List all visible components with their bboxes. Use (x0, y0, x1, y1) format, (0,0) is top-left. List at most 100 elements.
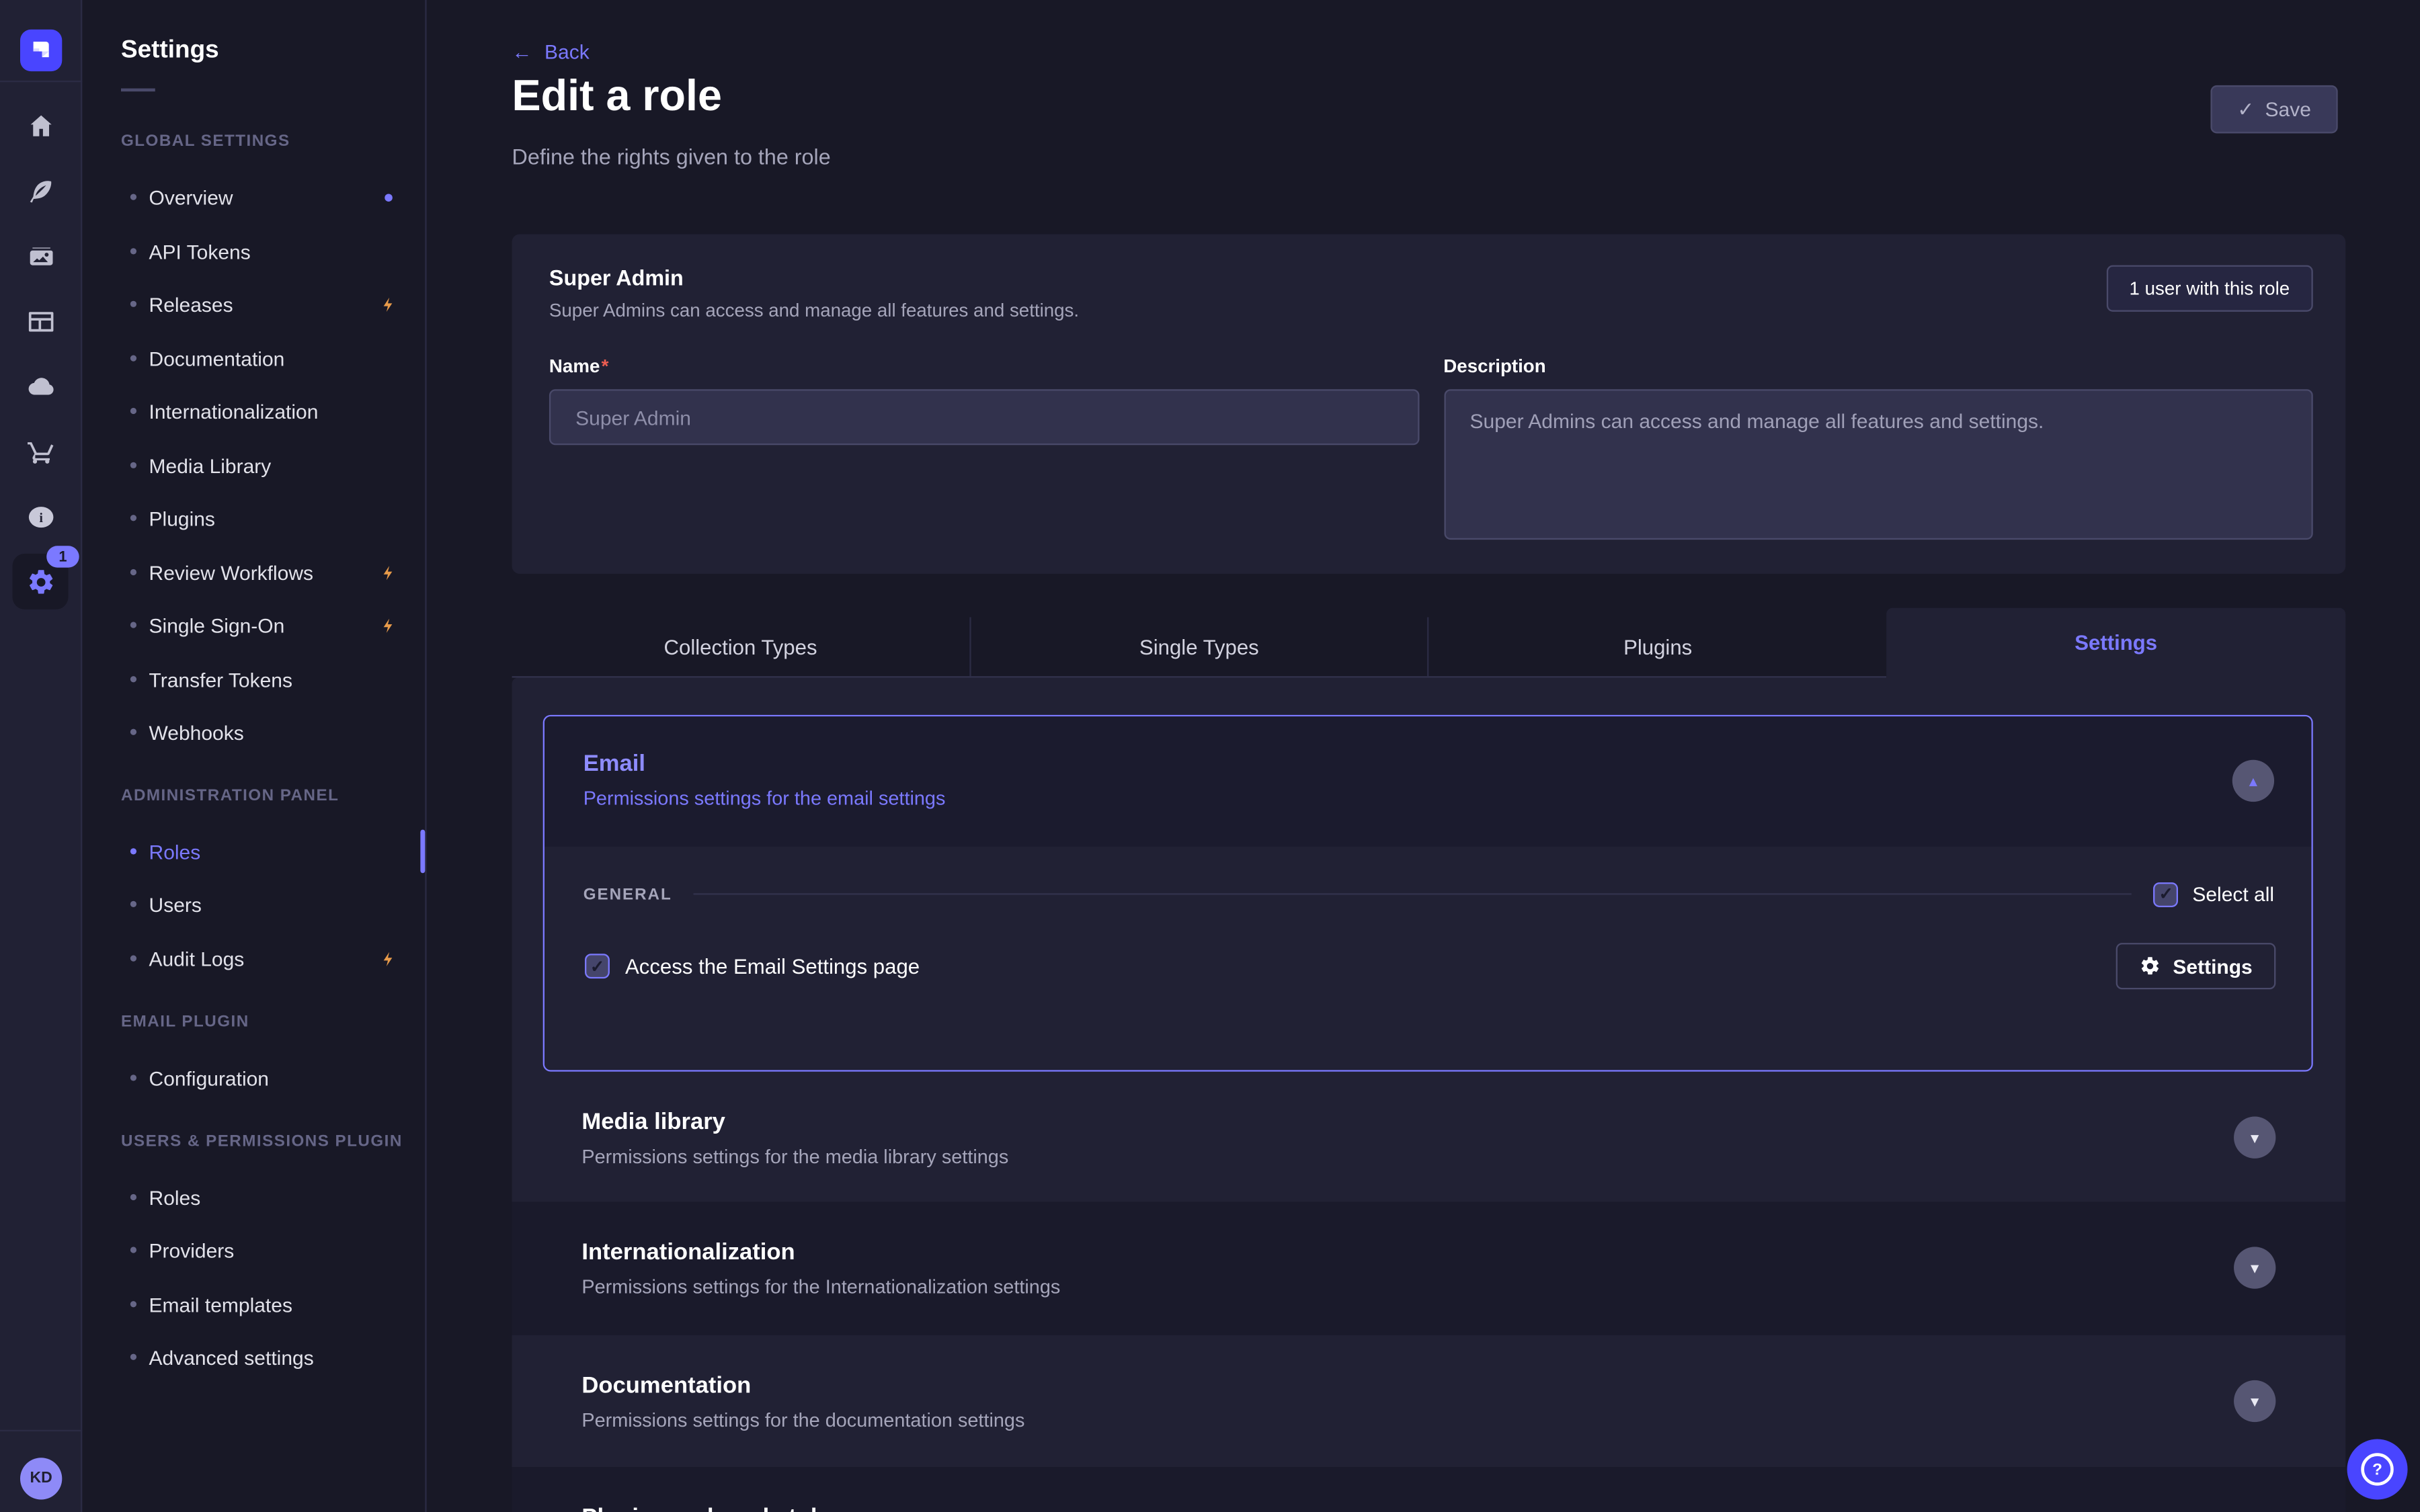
role-name-heading: Super Admin (549, 265, 1079, 290)
help-button[interactable]: ? (2347, 1439, 2408, 1500)
bullet-icon (130, 355, 136, 361)
email-settings-permission-label: Access the Email Settings page (625, 954, 920, 978)
content-type-builder-icon[interactable] (12, 293, 68, 349)
sidebar-item-configuration[interactable]: Configuration (130, 1060, 416, 1095)
info-icon[interactable]: i (12, 489, 68, 544)
section-global-settings: GLOBAL SETTINGS (121, 132, 290, 151)
name-label: Name* (549, 355, 1418, 376)
sidebar-item-users[interactable]: Users (130, 887, 416, 921)
sidebar-title-divider (121, 89, 155, 92)
gear-icon (2139, 956, 2161, 977)
chevron-down-icon[interactable]: ▼ (2234, 1380, 2275, 1422)
home-icon[interactable] (12, 97, 68, 153)
tab-plugins[interactable]: Plugins (1428, 617, 1886, 676)
bullet-icon (130, 1354, 136, 1360)
bullet-icon (130, 408, 136, 414)
users-with-role-button[interactable]: 1 user with this role (2106, 265, 2313, 312)
lightning-icon (380, 950, 397, 966)
chevron-down-icon[interactable]: ▼ (2234, 1117, 2275, 1159)
content-feather-icon[interactable] (12, 163, 68, 218)
sidebar-item-webhooks[interactable]: Webhooks (130, 715, 416, 749)
email-settings-checkbox[interactable]: ✓ (585, 954, 610, 978)
name-input[interactable]: Super Admin (549, 389, 1418, 445)
sidebar-item-api-tokens[interactable]: API Tokens (130, 234, 416, 268)
main-content: ← Back Edit a role Define the rights giv… (427, 0, 2420, 1512)
sidebar-item-plugins[interactable]: Plugins (130, 501, 416, 535)
chevron-down-icon[interactable]: ▼ (2234, 1247, 2275, 1288)
bullet-icon (130, 1075, 136, 1081)
select-all-checkbox[interactable]: ✓ (2154, 882, 2179, 907)
media-library-accordion[interactable]: Media library Permissions settings for t… (512, 1072, 2346, 1202)
bullet-icon (130, 729, 136, 735)
sidebar-item-up-roles[interactable]: Roles (130, 1180, 416, 1214)
general-section-label: GENERAL (583, 885, 672, 904)
marketplace-cart-icon[interactable] (12, 423, 68, 479)
page-subtitle: Define the rights given to the role (512, 144, 831, 169)
sidebar-item-review-workflows[interactable]: Review Workflows (130, 555, 416, 589)
bullet-icon (130, 901, 136, 907)
sidebar-item-providers[interactable]: Providers (130, 1233, 416, 1267)
settings-gear-icon[interactable]: 1 (12, 554, 68, 610)
bullet-icon (130, 956, 136, 962)
bullet-icon (130, 848, 136, 854)
select-all-label: Select all (2192, 882, 2274, 906)
tab-collection-types[interactable]: Collection Types (512, 617, 969, 676)
sidebar-title: Settings (121, 37, 219, 65)
email-accordion-header[interactable]: Email Permissions settings for the email… (544, 716, 2311, 847)
section-divider (694, 893, 2132, 894)
back-link[interactable]: ← Back (512, 40, 590, 64)
sidebar-item-overview[interactable]: Overview (130, 180, 416, 214)
permissions-tabs: Collection Types Single Types Plugins Se… (512, 608, 2346, 678)
sidebar-item-releases[interactable]: Releases (130, 287, 416, 321)
email-accordion-body: GENERAL ✓ Select all ✓ Access the Email … (544, 847, 2311, 1070)
sidebar-item-documentation[interactable]: Documentation (130, 341, 416, 376)
bullet-icon (130, 622, 136, 628)
lightning-icon (380, 296, 397, 312)
active-item-indicator (420, 830, 425, 874)
question-mark-icon: ? (2361, 1453, 2393, 1485)
strapi-logo[interactable] (20, 30, 62, 71)
settings-notification-badge: 1 (46, 546, 79, 567)
documentation-accordion[interactable]: Documentation Permissions settings for t… (512, 1335, 2346, 1467)
role-description-heading: Super Admins can access and manage all f… (549, 299, 1079, 321)
email-accordion-title: Email (583, 751, 645, 777)
section-email-plugin: EMAIL PLUGIN (121, 1013, 249, 1032)
description-field-group: Description Super Admins can access and … (1443, 355, 2312, 540)
bullet-icon (130, 248, 136, 254)
chevron-up-icon[interactable]: ▲ (2232, 760, 2274, 802)
settings-sidebar: Settings GLOBAL SETTINGS Overview API To… (84, 0, 427, 1512)
tab-single-types[interactable]: Single Types (969, 617, 1428, 676)
sidebar-item-audit-logs[interactable]: Audit Logs (130, 941, 416, 976)
sidebar-item-transfer-tokens[interactable]: Transfer Tokens (130, 662, 416, 696)
bullet-icon (130, 301, 136, 307)
lightning-icon (380, 564, 397, 581)
sidebar-item-advanced-settings[interactable]: Advanced settings (130, 1340, 416, 1374)
required-asterisk: * (602, 355, 609, 376)
settings-permissions-panel: Email Permissions settings for the email… (512, 677, 2346, 1512)
sidebar-item-single-sign-on[interactable]: Single Sign-On (130, 608, 416, 642)
user-avatar[interactable]: KD (20, 1458, 62, 1499)
lightning-icon (380, 616, 397, 633)
sidebar-item-internationalization[interactable]: Internationalization (130, 394, 416, 428)
internationalization-accordion[interactable]: Internationalization Permissions setting… (512, 1202, 2346, 1335)
section-users-permissions-plugin: USERS & PERMISSIONS PLUGIN (121, 1132, 403, 1151)
svg-text:i: i (38, 510, 42, 525)
sidebar-item-email-templates[interactable]: Email templates (130, 1287, 416, 1321)
save-button[interactable]: ✓ Save (2210, 85, 2337, 134)
media-images-icon[interactable] (12, 228, 68, 284)
sidebar-item-roles[interactable]: Roles (130, 835, 416, 869)
sidebar-item-media-library[interactable]: Media Library (130, 448, 416, 482)
tab-settings[interactable]: Settings (1886, 608, 2345, 678)
bullet-icon (130, 194, 136, 200)
role-card: Super Admin Super Admins can access and … (512, 234, 2346, 573)
description-label: Description (1443, 355, 2312, 376)
deploy-cloud-icon[interactable] (12, 358, 68, 414)
back-arrow-icon: ← (512, 40, 532, 64)
email-settings-button[interactable]: Settings (2115, 943, 2275, 989)
description-textarea[interactable]: Super Admins can access and manage all f… (1443, 389, 2312, 540)
main-nav-rail: i 1 KD (0, 0, 82, 1512)
plugins-marketplace-accordion[interactable]: Plugins and marketplace (512, 1467, 2346, 1512)
bullet-icon (130, 569, 136, 575)
rail-bottom-divider (0, 1430, 82, 1431)
page-title: Edit a role (512, 71, 722, 121)
